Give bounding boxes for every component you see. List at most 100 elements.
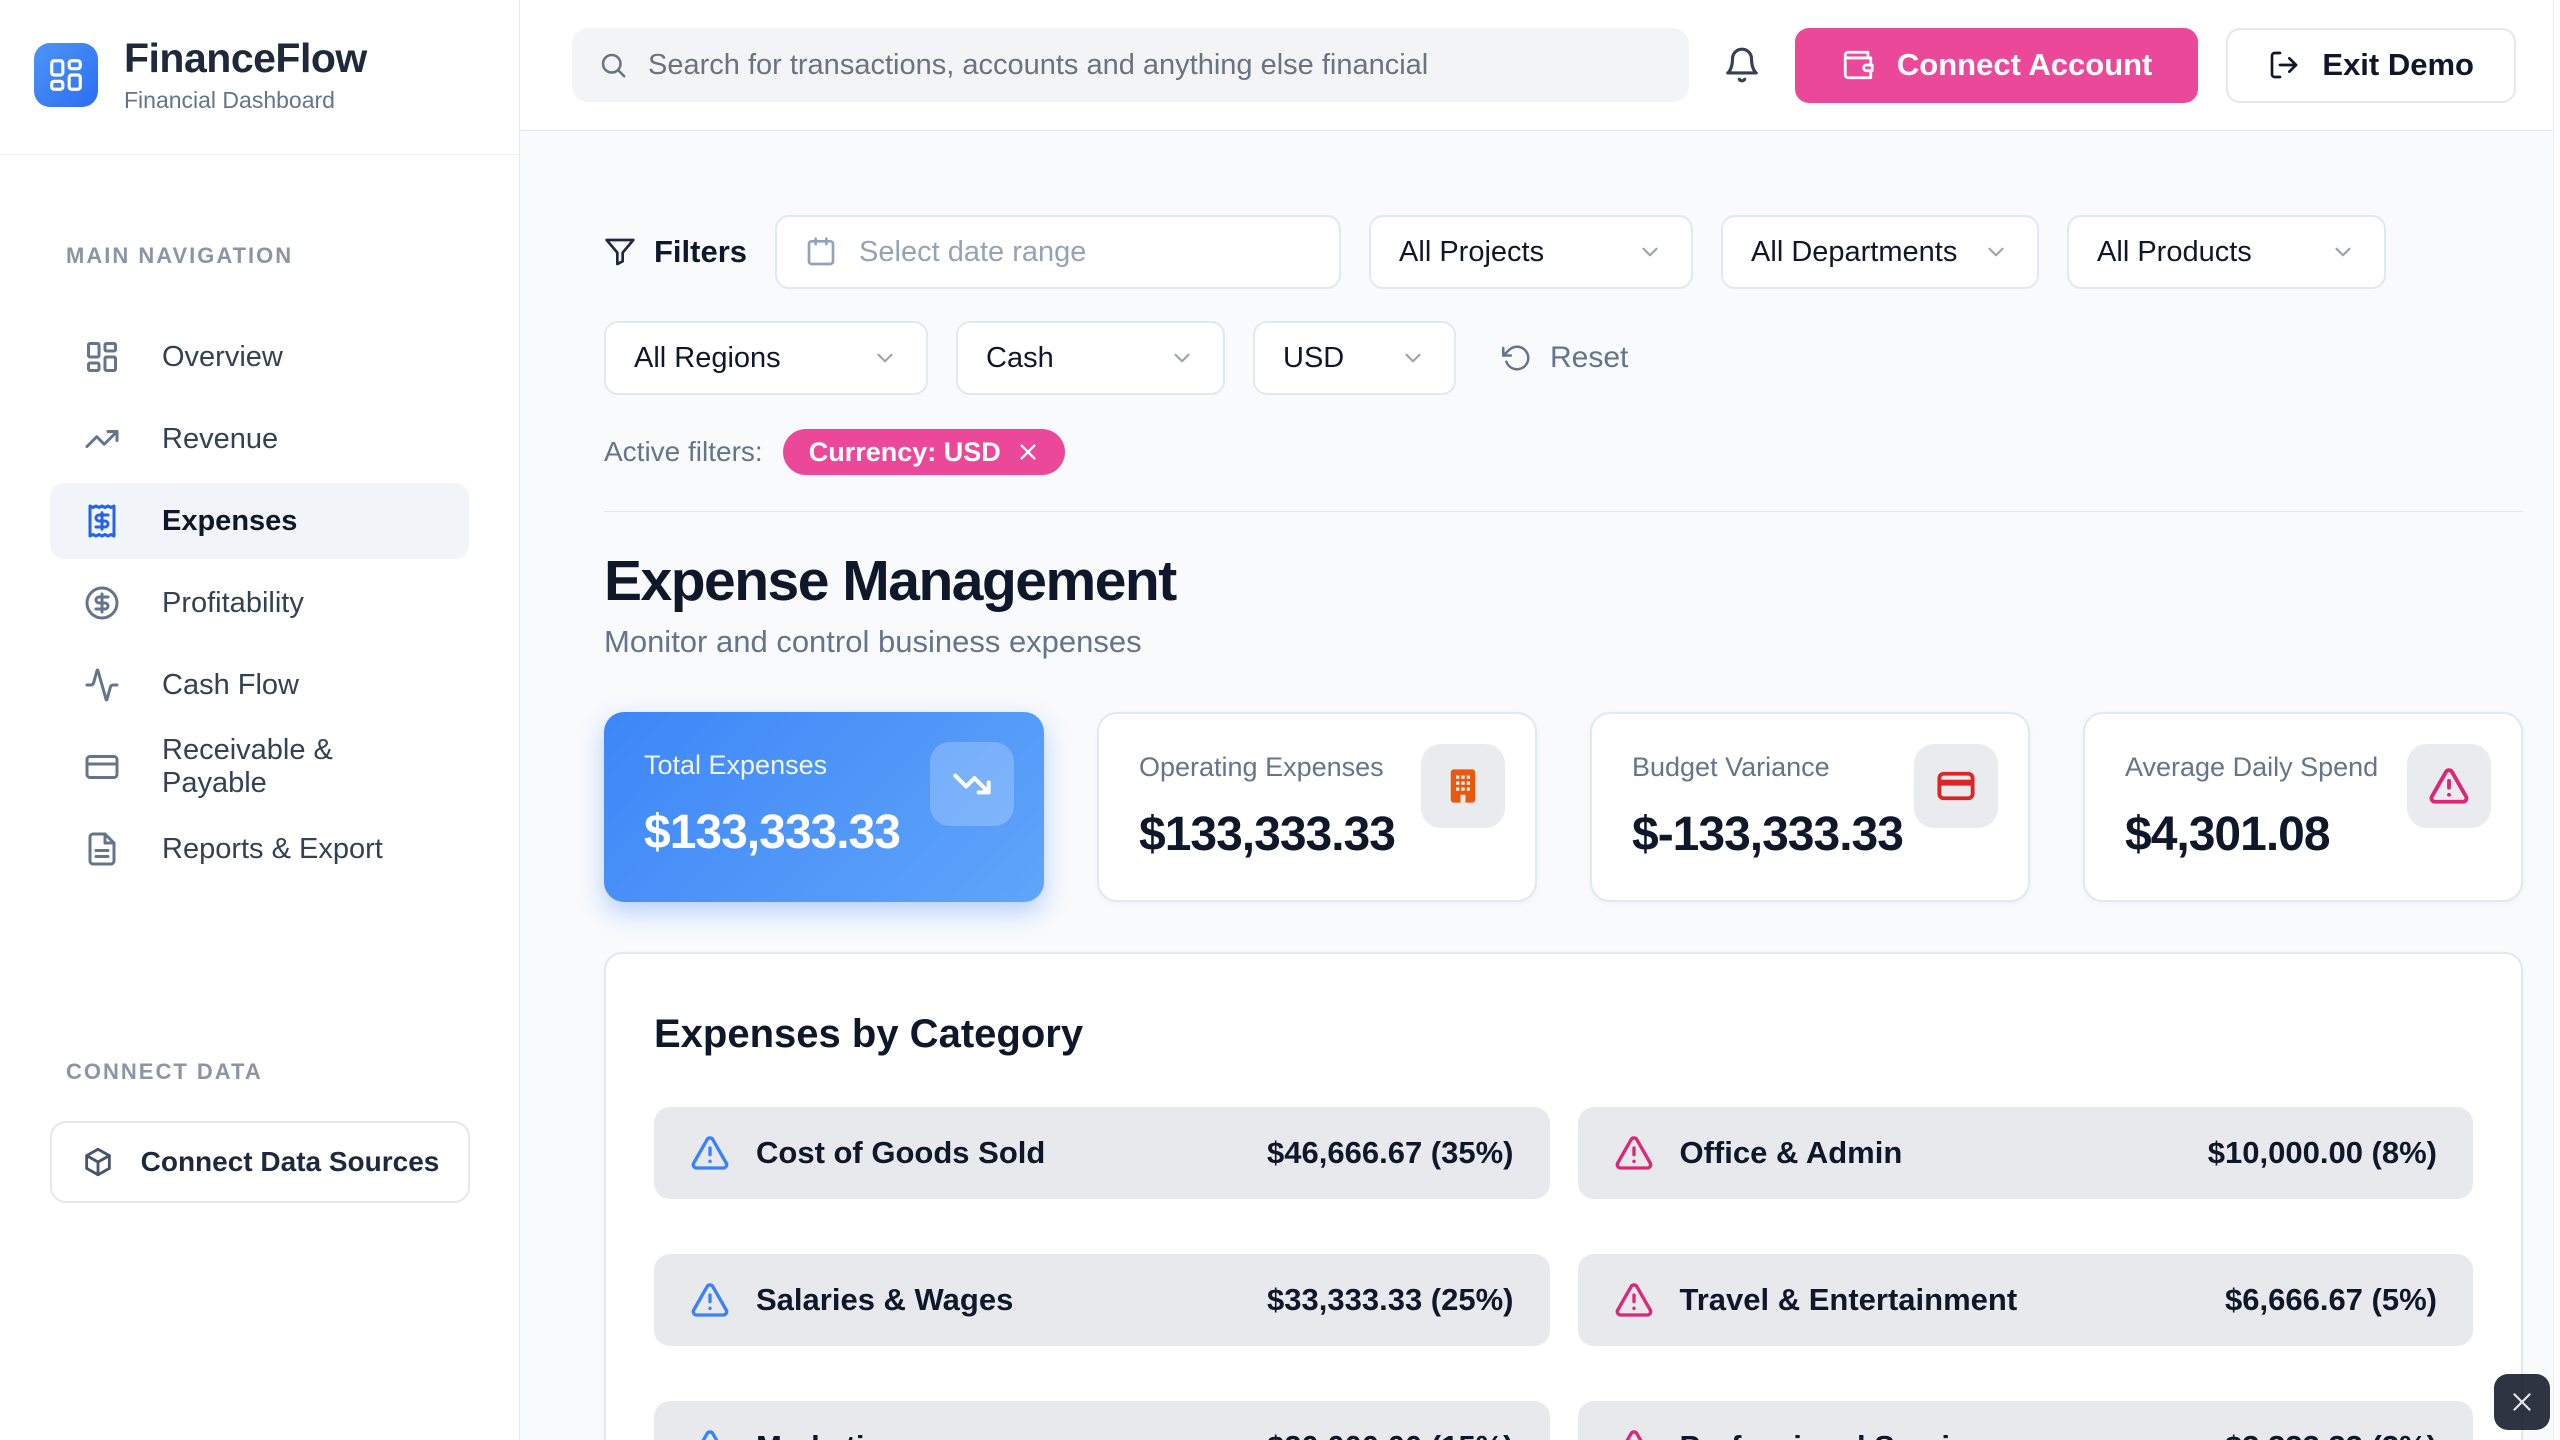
active-filter-chip[interactable]: Currency: USD [783,429,1065,475]
wallet-icon [1841,48,1875,82]
chevron-down-icon [2330,239,2356,265]
regions-select[interactable]: All Regions [604,321,928,395]
section-divider [604,511,2523,512]
circle-dollar-icon [84,585,120,621]
rotate-ccw-icon [1502,343,1532,373]
connect-data-sources-button[interactable]: Connect Data Sources [50,1121,470,1203]
stat-card-total-expenses: Total Expenses $133,333.33 [604,712,1044,902]
app-tagline: Financial Dashboard [124,87,367,114]
products-select[interactable]: All Products [2067,215,2386,289]
app-brand: FinanceFlow Financial Dashboard [0,0,519,155]
connect-account-button[interactable]: Connect Account [1795,28,2198,103]
trending-up-icon [84,421,120,457]
trending-down-icon [930,742,1014,826]
category-row: Salaries & Wages $33,333.33 (25%) [654,1254,1550,1346]
chevron-down-icon [1400,345,1426,371]
log-out-icon [2268,49,2300,81]
filters-title: Filters [604,234,747,270]
category-list: Cost of Goods Sold $46,666.67 (35%) Offi… [654,1107,2473,1440]
close-button[interactable] [2494,1374,2550,1430]
alert-triangle-icon [690,1133,730,1173]
stat-card-average-daily-spend: Average Daily Spend $4,301.08 [2083,712,2523,902]
sidebar-item-expenses[interactable]: Expenses [50,483,469,559]
alert-triangle-icon [1614,1280,1654,1320]
connect-data-sources-label: Connect Data Sources [141,1146,440,1178]
sidebar-item-label: Overview [162,341,283,374]
sidebar-item-receivable-payable[interactable]: Receivable & Payable [50,729,469,805]
date-range-placeholder: Select date range [859,236,1086,269]
sidebar-item-reports-export[interactable]: Reports & Export [50,811,469,887]
chevron-down-icon [1169,345,1195,371]
scrollbar-track[interactable] [2553,0,2560,1440]
file-text-icon [84,831,120,867]
projects-select[interactable]: All Projects [1369,215,1693,289]
category-row: Marketing $20,000.00 (15%) [654,1401,1550,1440]
sidebar-item-label: Cash Flow [162,669,299,702]
page-content: Filters Select date range All Projects A… [520,131,2560,1440]
building-icon [1421,744,1505,828]
category-row: Cost of Goods Sold $46,666.67 (35%) [654,1107,1550,1199]
category-row: Travel & Entertainment $6,666.67 (5%) [1578,1254,2474,1346]
stat-card-operating-expenses: Operating Expenses $133,333.33 [1097,712,1537,902]
sidebar-item-label: Revenue [162,423,278,456]
layout-dashboard-icon [84,339,120,375]
stat-cards: Total Expenses $133,333.33 Operating Exp… [604,712,2523,902]
close-icon[interactable] [1017,441,1039,463]
connect-data-section-label: CONNECT DATA [0,1059,519,1085]
category-row: Office & Admin $10,000.00 (8%) [1578,1107,2474,1199]
app-title: FinanceFlow [124,36,367,81]
funnel-icon [604,236,636,268]
sidebar-item-cash-flow[interactable]: Cash Flow [50,647,469,723]
nav-section-label: MAIN NAVIGATION [0,243,519,269]
category-row: Professional Services $3,333.33 (3%) [1578,1401,2474,1440]
main-navigation: Overview Revenue Expenses Profitability … [0,319,519,887]
page-subtitle: Monitor and control business expenses [604,624,2523,660]
expenses-by-category-panel: Expenses by Category Cost of Goods Sold … [604,952,2523,1440]
alert-triangle-icon [2407,744,2491,828]
alert-triangle-icon [690,1427,730,1440]
alert-triangle-icon [1614,1427,1654,1440]
credit-card-icon [84,749,120,785]
credit-card-icon [1914,744,1998,828]
sidebar-item-label: Reports & Export [162,833,383,866]
connect-account-label: Connect Account [1897,47,2152,83]
app-logo-icon [34,43,98,107]
chevron-down-icon [872,345,898,371]
calendar-icon [805,236,837,268]
payment-method-select[interactable]: Cash [956,321,1225,395]
sidebar-item-label: Expenses [162,505,297,538]
sidebar-item-revenue[interactable]: Revenue [50,401,469,477]
search-bar [572,28,1689,102]
sidebar-item-label: Receivable & Payable [162,734,435,800]
chevron-down-icon [1983,239,2009,265]
close-icon [2509,1389,2535,1415]
top-header: Connect Account Exit Demo [520,0,2560,131]
exit-demo-label: Exit Demo [2322,47,2474,83]
chevron-down-icon [1637,239,1663,265]
notifications-button[interactable] [1717,40,1767,90]
reset-filters-button[interactable]: Reset [1502,341,1628,375]
search-input[interactable] [648,49,1663,82]
search-icon [598,50,628,80]
page-title: Expense Management [604,548,2523,614]
exit-demo-button[interactable]: Exit Demo [2226,28,2516,103]
stat-card-budget-variance: Budget Variance $-133,333.33 [1590,712,2030,902]
receipt-icon [84,503,120,539]
package-icon [81,1145,115,1179]
filters-bar: Filters Select date range All Projects A… [604,215,2523,475]
active-filters-label: Active filters: [604,436,763,468]
alert-triangle-icon [1614,1133,1654,1173]
panel-title: Expenses by Category [654,1012,2473,1057]
date-range-input[interactable]: Select date range [775,215,1341,289]
currency-select[interactable]: USD [1253,321,1456,395]
bell-icon [1723,46,1761,84]
sidebar: FinanceFlow Financial Dashboard MAIN NAV… [0,0,520,1440]
sidebar-item-profitability[interactable]: Profitability [50,565,469,641]
sidebar-item-overview[interactable]: Overview [50,319,469,395]
alert-triangle-icon [690,1280,730,1320]
departments-select[interactable]: All Departments [1721,215,2039,289]
active-filters-row: Active filters: Currency: USD [604,429,2523,475]
sidebar-item-label: Profitability [162,587,304,620]
activity-icon [84,667,120,703]
main-area: Connect Account Exit Demo Filters Select… [520,0,2560,1440]
